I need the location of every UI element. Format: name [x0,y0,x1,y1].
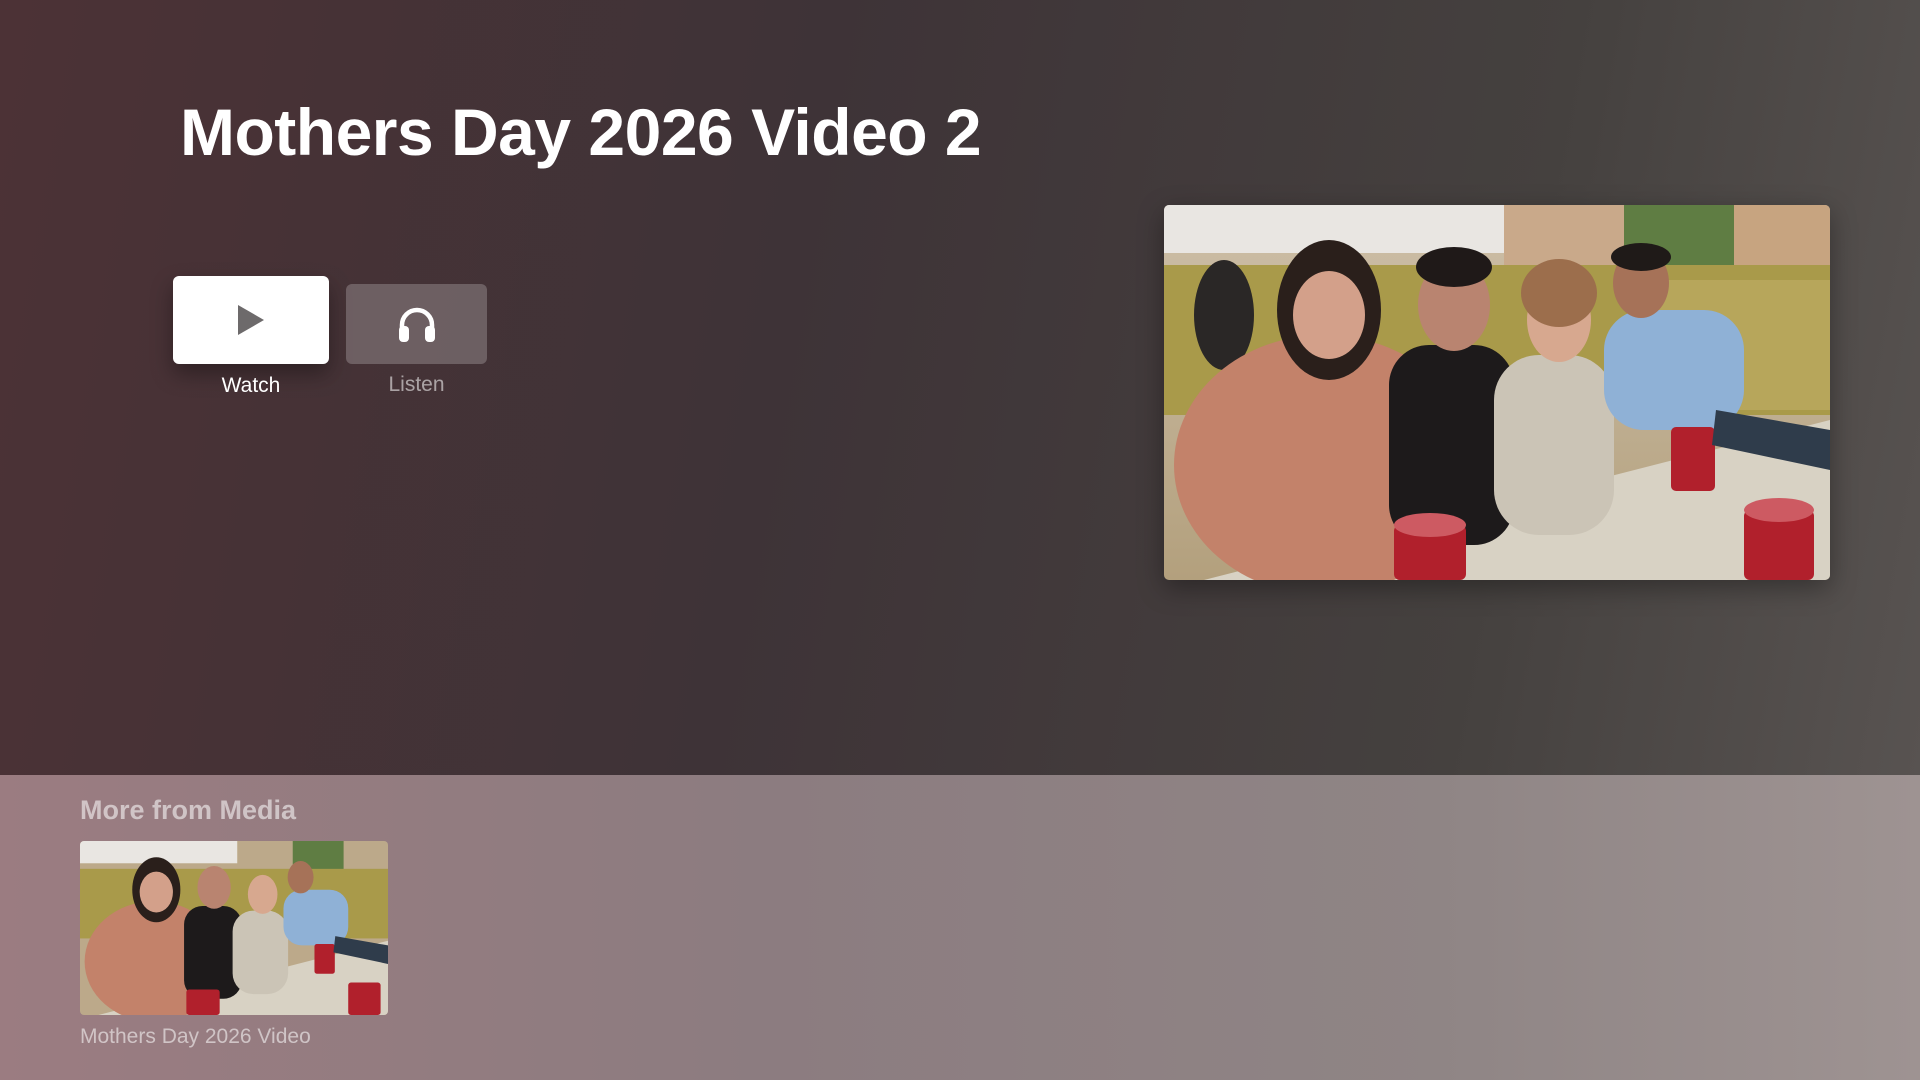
listen-button[interactable] [346,284,487,364]
watch-action[interactable]: Watch [173,276,329,398]
app-screen: Mothers Day 2026 Video 2 Watch Listen Mo… [0,0,1920,1080]
hero-artwork [1164,205,1830,580]
shelf-title: More from Media [80,795,297,825]
shelf-item-thumbnail[interactable] [80,841,388,1015]
page-title: Mothers Day 2026 Video 2 [180,95,982,169]
shelf-item-caption: Mothers Day 2026 Video [80,1025,311,1048]
listen-action[interactable]: Listen [346,284,487,397]
watch-label: Watch [221,374,281,397]
watch-button[interactable] [173,276,329,364]
headphones-icon [396,304,438,344]
more-from-media-shelf: More from Media Mothers Day 2026 Video [0,775,1920,1080]
play-icon [236,303,266,337]
listen-label: Listen [388,373,445,396]
